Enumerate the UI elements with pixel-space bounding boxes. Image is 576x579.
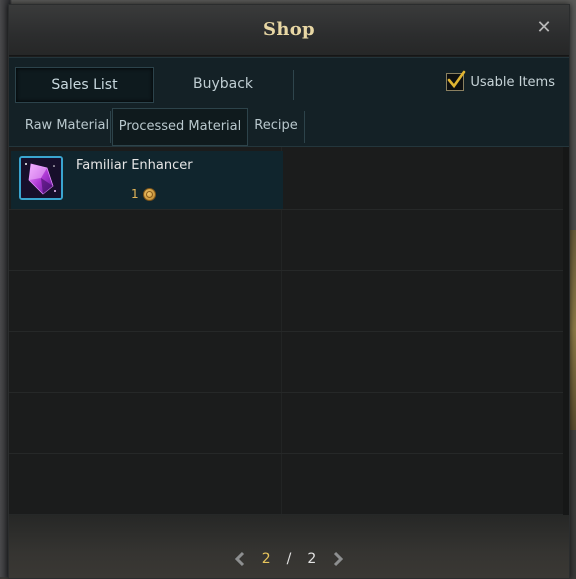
subtab-divider — [304, 111, 305, 143]
list-item[interactable]: Familiar Enhancer 1 — [11, 151, 283, 209]
previous-page-icon[interactable] — [234, 551, 246, 567]
main-tabs: Sales List Buyback Usable Items — [9, 57, 569, 107]
shop-window: Shop ✕ Sales List Buyback Usable Items R… — [8, 4, 570, 579]
subtab-divider — [110, 111, 111, 143]
subtab-raw-material[interactable]: Raw Material — [17, 108, 117, 144]
item-price: 1 — [131, 187, 156, 201]
row-divider — [9, 209, 563, 210]
pagination: 2 / 2 — [9, 549, 569, 569]
purple-crystal-icon — [19, 156, 63, 200]
page-separator: / — [286, 551, 292, 567]
total-pages: 2 — [307, 551, 317, 567]
usable-items-toggle[interactable]: Usable Items — [446, 70, 555, 92]
next-page-icon[interactable] — [332, 551, 344, 567]
tab-sales-list[interactable]: Sales List — [15, 67, 154, 103]
subtab-recipe[interactable]: Recipe — [249, 108, 303, 144]
subtab-processed-material[interactable]: Processed Material — [112, 108, 248, 146]
row-divider — [9, 453, 563, 454]
current-page: 2 — [261, 551, 271, 567]
category-tabs: Raw Material Processed Material Recipe — [9, 106, 569, 147]
checkmark-icon — [448, 70, 466, 89]
row-divider — [9, 331, 563, 332]
titlebar[interactable]: Shop ✕ — [9, 5, 569, 56]
item-list: Familiar Enhancer 1 — [9, 147, 563, 515]
item-name: Familiar Enhancer — [76, 158, 193, 173]
tab-divider — [293, 70, 294, 100]
coin-icon — [142, 187, 156, 201]
tab-buyback[interactable]: Buyback — [155, 67, 291, 101]
price-value: 1 — [131, 187, 139, 201]
usable-items-checkbox[interactable] — [446, 70, 466, 91]
row-divider — [9, 392, 563, 393]
row-divider — [9, 270, 563, 271]
close-icon[interactable]: ✕ — [535, 19, 553, 37]
list-scrollbar[interactable] — [563, 147, 569, 515]
footer: 2 / 2 — [9, 515, 569, 578]
usable-items-label: Usable Items — [470, 74, 555, 90]
window-title: Shop — [263, 19, 315, 40]
